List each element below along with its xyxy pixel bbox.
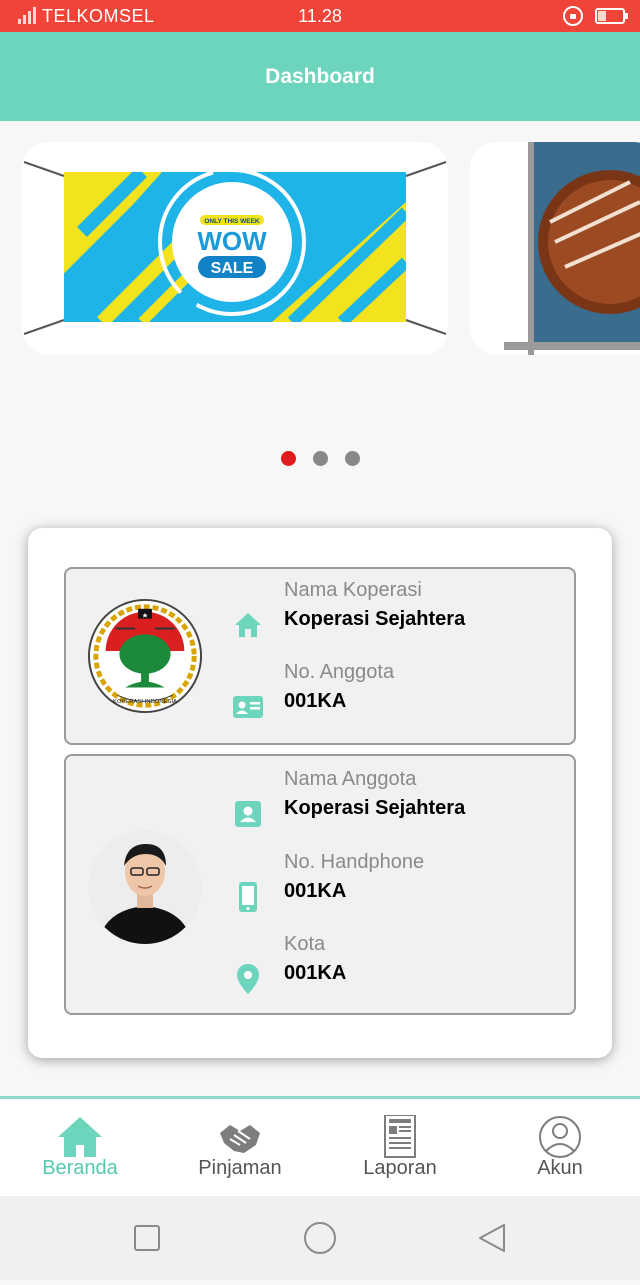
battery-icon: [595, 8, 628, 24]
user-icon: [232, 798, 264, 830]
back-button[interactable]: [479, 1224, 505, 1252]
phone-value: 001KA: [284, 880, 347, 902]
member-name-row: Nama Anggota Koperasi Sejahtera: [232, 768, 465, 830]
rotation-lock-icon: [563, 6, 583, 26]
system-navigation-bar: [0, 1196, 640, 1280]
page-title: Dashboard: [265, 65, 375, 88]
cooperative-name-label: Nama Koperasi: [284, 579, 422, 601]
avatar: [88, 830, 202, 944]
tab-label: Laporan: [363, 1157, 437, 1179]
profile-card: KOPERASI INDONESIA Nama Koperasi Koperas…: [28, 528, 612, 1058]
promo-banner[interactable]: ONLY THIS WEEK WOW SALE: [22, 142, 448, 355]
phone-icon: [232, 881, 264, 913]
clock: 11.28: [298, 6, 342, 26]
cooperative-info-box: KOPERASI INDONESIA Nama Koperasi Koperas…: [64, 567, 576, 745]
cooperative-logo: KOPERASI INDONESIA: [87, 598, 203, 714]
account-icon: [539, 1116, 581, 1158]
handshake-icon: [220, 1125, 260, 1153]
city-row: Kota 001KA: [232, 933, 346, 995]
tab-label: Beranda: [42, 1157, 118, 1179]
wow-sale-banner-image: ONLY THIS WEEK WOW SALE: [23, 161, 447, 335]
tab-label: Akun: [537, 1157, 583, 1179]
tab-label: Pinjaman: [198, 1157, 282, 1179]
city-label: Kota: [284, 933, 326, 955]
member-number-label: No. Anggota: [284, 661, 395, 683]
home-icon: [58, 1117, 102, 1157]
member-number-row: No. Anggota 001KA: [232, 661, 394, 723]
promo-banner-next[interactable]: [470, 142, 640, 355]
carousel-indicator: [0, 451, 640, 466]
phone-row: No. Handphone 001KA: [232, 851, 424, 913]
bottom-navigation: Beranda Pinjaman Laporan Akun: [0, 1096, 640, 1196]
id-card-icon: [232, 691, 264, 723]
tab-beranda[interactable]: Beranda: [0, 1099, 160, 1196]
member-info-box: Nama Anggota Koperasi Sejahtera No. Hand…: [64, 754, 576, 1015]
home-icon: [232, 609, 264, 641]
banner-subtitle: SALE: [211, 260, 254, 277]
cooperative-name-value: Koperasi Sejahtera: [284, 608, 466, 630]
carousel-dot[interactable]: [280, 451, 296, 466]
battery-level: [598, 11, 606, 21]
tab-laporan[interactable]: Laporan: [320, 1099, 480, 1196]
logo-caption: KOPERASI INDONESIA: [113, 699, 177, 705]
location-pin-icon: [232, 963, 264, 995]
city-value: 001KA: [284, 962, 347, 984]
member-number-value: 001KA: [284, 690, 347, 712]
tab-pinjaman[interactable]: Pinjaman: [160, 1099, 320, 1196]
member-name-label: Nama Anggota: [284, 768, 417, 790]
donut-banner-image: [504, 142, 640, 355]
carousel-dot[interactable]: [344, 451, 360, 466]
banner-tag: ONLY THIS WEEK: [204, 218, 260, 225]
member-name-value: Koperasi Sejahtera: [284, 797, 466, 819]
carousel-dot[interactable]: [312, 451, 328, 466]
tab-akun[interactable]: Akun: [480, 1099, 640, 1196]
home-button[interactable]: [304, 1222, 336, 1254]
recent-apps-button[interactable]: [134, 1225, 160, 1251]
phone-label: No. Handphone: [284, 851, 425, 873]
status-bar: TELKOMSEL 11.28: [0, 0, 640, 32]
report-icon: [384, 1115, 416, 1158]
app-header: Dashboard: [0, 32, 640, 121]
banner-title: WOW: [197, 226, 267, 256]
cooperative-name-row: Nama Koperasi Koperasi Sejahtera: [232, 579, 465, 641]
